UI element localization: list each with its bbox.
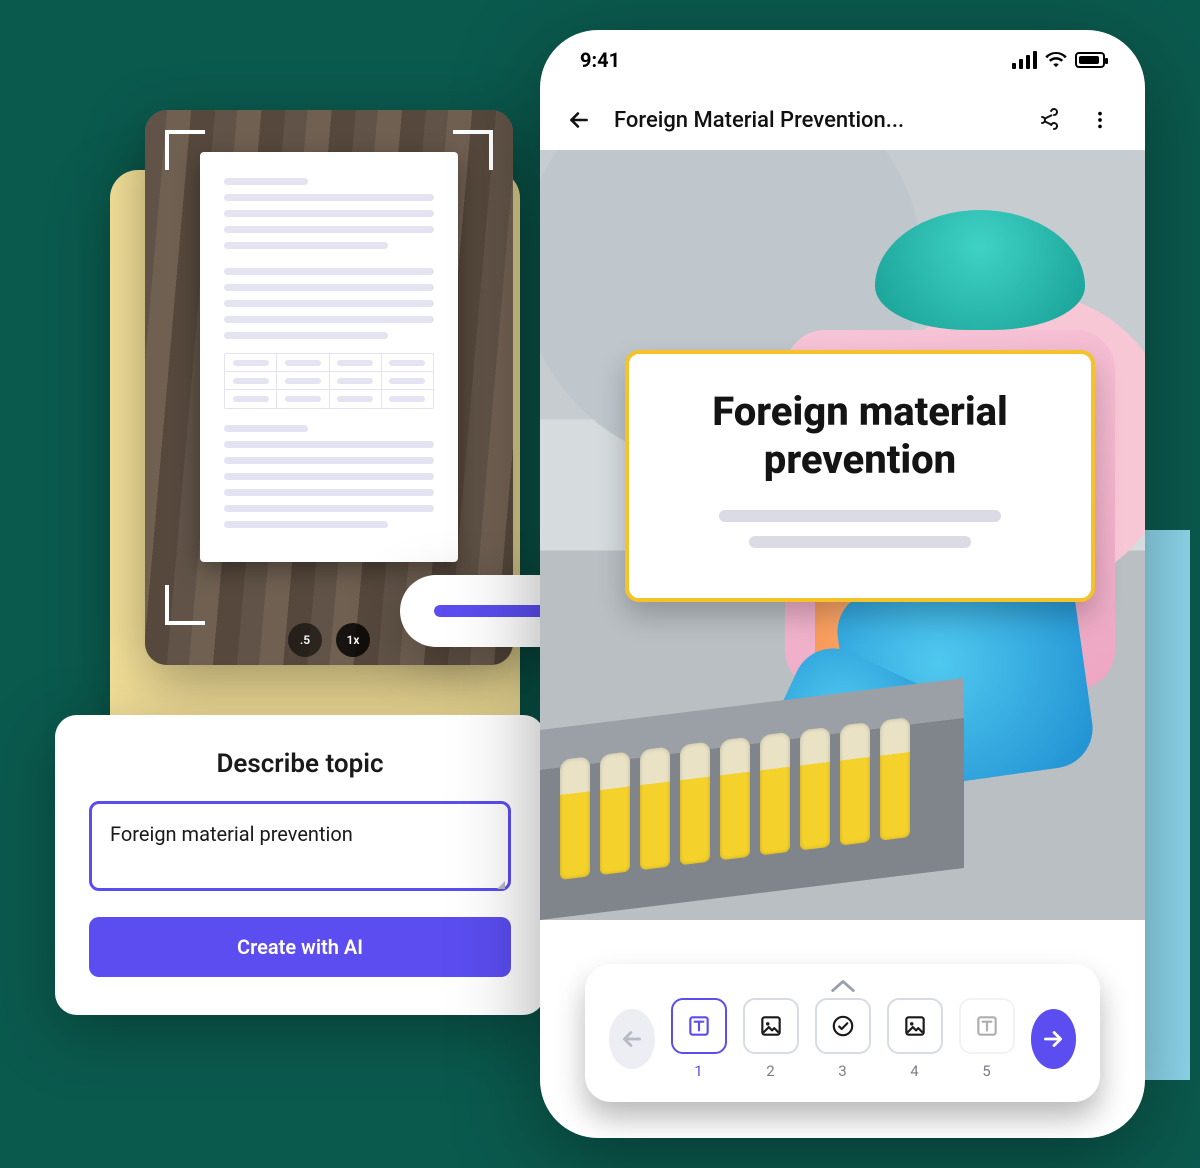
lesson-title: Foreign material prevention [659,388,1061,484]
lesson-title-card: Foreign material prevention [625,350,1095,602]
slide-thumb-2[interactable]: 2 [743,998,799,1080]
hero-image: Foreign material prevention [540,150,1145,920]
app-bar: Foreign Material Prevention... [540,90,1145,150]
image-slide-icon [887,998,943,1054]
subtitle-placeholder [719,510,1000,522]
image-slide-icon [743,998,799,1054]
expand-handle-icon[interactable] [609,978,1076,994]
slide-number: 3 [838,1062,846,1080]
topic-input[interactable] [89,801,511,891]
slide-number: 4 [910,1062,918,1080]
text-slide-icon [671,998,727,1054]
next-slide-button[interactable] [1031,1009,1077,1069]
resize-handle-icon [497,881,505,889]
phone-frame: 9:41 Foreign Material Prevention... [540,30,1145,1138]
slide-thumb-4[interactable]: 4 [887,998,943,1080]
zoom-option-0[interactable]: .5 [288,623,322,657]
check-slide-icon [815,998,871,1054]
battery-icon [1075,52,1105,68]
slide-thumb-3[interactable]: 3 [815,998,871,1080]
back-arrow-icon[interactable] [562,103,596,137]
slide-number: 5 [982,1062,990,1080]
zoom-option-1[interactable]: 1x [336,623,370,657]
slide-thumb-5[interactable]: 5 [959,998,1015,1080]
slide-number: 2 [766,1062,774,1080]
cellular-signal-icon [1012,51,1037,69]
create-with-ai-button[interactable]: Create with AI [89,917,511,977]
describe-topic-title: Describe topic [89,749,511,779]
status-bar: 9:41 [540,30,1145,90]
slide-thumb-1[interactable]: 1 [671,998,727,1080]
prev-slide-button[interactable] [609,1009,655,1069]
share-icon[interactable] [1031,103,1065,137]
wifi-icon [1045,52,1067,68]
appbar-title: Foreign Material Prevention... [614,108,1013,133]
status-time: 9:41 [580,48,620,72]
slide-tray: 1 2 3 4 5 [585,964,1100,1102]
text-slide-icon [959,998,1015,1054]
subtitle-placeholder [749,536,970,548]
describe-topic-card: Describe topic Create with AI [55,715,545,1015]
slide-number: 1 [694,1062,702,1080]
more-vertical-icon[interactable] [1083,103,1117,137]
slide-thumbnails: 1 2 3 4 5 [671,998,1015,1080]
